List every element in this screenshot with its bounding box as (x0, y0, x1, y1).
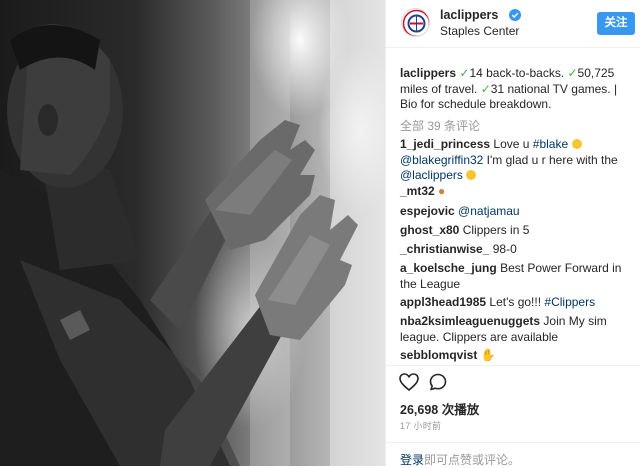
hand-emoji-icon: ✋ (480, 348, 496, 362)
post-video[interactable] (0, 0, 385, 466)
comment-item: nba2ksimleaguenuggets Join My sim league… (400, 314, 625, 345)
follow-button[interactable]: 关注 (597, 12, 635, 35)
dog-emoji-icon: ● (438, 184, 446, 198)
post-caption: laclippers ✓14 back-to-backs. ✓50,725 mi… (400, 66, 618, 111)
comment-icon[interactable] (429, 373, 447, 391)
hashtag-link[interactable]: #blake (533, 137, 568, 151)
clippers-logo[interactable] (401, 8, 430, 37)
mention-link[interactable]: @natjamau (458, 204, 520, 218)
comment-username[interactable]: a_koelsche_jung (400, 261, 497, 275)
comment-username[interactable]: sebblomqvist (400, 348, 477, 362)
view-all-comments-link[interactable]: 全部 39 条评论 (400, 117, 480, 134)
instagram-post: laclippers Staples Center 关注 laclippers … (0, 0, 640, 468)
post-timestamp[interactable]: 17 小时前 (400, 419, 441, 432)
action-bar (386, 365, 640, 395)
header-location[interactable]: Staples Center (440, 24, 519, 38)
comment-item: 1_jedi_princess Love u #blake @blakegrif… (400, 137, 618, 182)
verified-badge-icon (509, 9, 521, 21)
player-photo (0, 0, 385, 466)
caption-username[interactable]: laclippers (400, 66, 456, 80)
check-icon: ✓ (480, 81, 491, 96)
comment-username[interactable]: espejovic (400, 204, 455, 218)
header-username[interactable]: laclippers (440, 8, 498, 22)
mention-link[interactable]: @blakegriffin32 (400, 153, 483, 167)
check-icon: ✓ (459, 66, 470, 80)
comment-text: Let's go!!! (489, 295, 545, 309)
comment-item: _mt32 ● (400, 184, 625, 200)
comment-username[interactable]: _mt32 (400, 184, 435, 198)
comment-username[interactable]: appl3head1985 (400, 295, 486, 309)
post-sidebar: laclippers Staples Center 关注 laclippers … (385, 0, 640, 468)
wow-emoji-icon (466, 170, 477, 180)
hashtag-link[interactable]: #Clippers (544, 295, 595, 309)
comment-item: appl3head1985 Let's go!!! #Clippers (400, 295, 625, 311)
comment-item: espejovic @natjamau (400, 204, 625, 220)
comment-text: 98-0 (492, 242, 517, 256)
login-link[interactable]: 登录 (400, 451, 424, 468)
comment-item: _christianwise_ 98-0 (400, 242, 625, 258)
mention-link[interactable]: @laclippers (400, 168, 463, 182)
comment-item: a_koelsche_jung Best Power Forward in th… (400, 261, 625, 292)
check-icon: ✓ (567, 66, 578, 80)
smile-emoji-icon (571, 139, 582, 149)
view-count[interactable]: 26,698 次播放 (400, 399, 479, 418)
comment-username[interactable]: _christianwise_ (400, 242, 489, 256)
comment-item: ghost_x80 Clippers in 5 (400, 223, 625, 239)
comment-username[interactable]: 1_jedi_princess (400, 137, 490, 151)
heart-icon[interactable] (399, 373, 419, 391)
comment-username[interactable]: ghost_x80 (400, 223, 459, 237)
comment-text: Clippers in 5 (462, 223, 530, 237)
comment-username[interactable]: nba2ksimleaguenuggets (400, 314, 540, 328)
login-prompt: 即可点赞或评论。 (424, 453, 521, 467)
comment-item: sebblomqvist ✋ (400, 348, 625, 364)
